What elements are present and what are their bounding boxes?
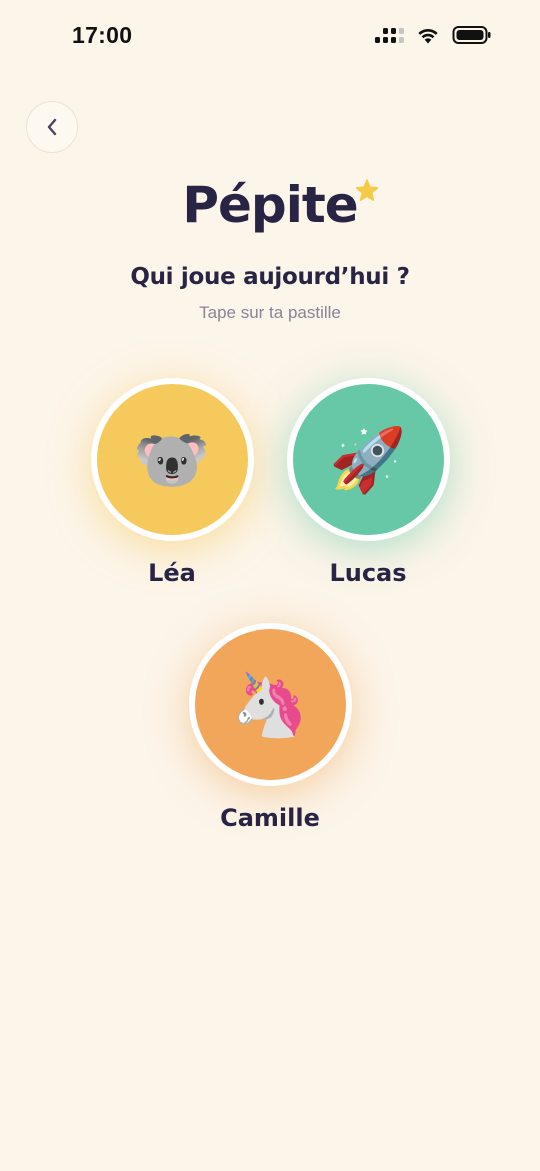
profile-name: Camille	[220, 804, 320, 832]
status-time: 17:00	[72, 22, 133, 48]
back-button[interactable]	[26, 101, 78, 153]
profile-name: Lucas	[329, 559, 407, 587]
status-icons	[375, 25, 492, 45]
profile-avatar[interactable]: 🦄	[188, 623, 352, 786]
koala-icon: 🐨	[133, 422, 211, 496]
profile-avatar[interactable]: 🚀	[286, 378, 450, 541]
status-bar: 17:00	[0, 0, 540, 76]
rocket-icon: 🚀	[329, 422, 407, 496]
star-icon	[355, 179, 378, 202]
profile-camille[interactable]: 🦄 Camille	[175, 623, 365, 832]
profile-name: Léa	[148, 559, 196, 587]
page-subtitle: Tape sur ta pastille	[199, 303, 341, 322]
profile-lea[interactable]: 🐨 Léa	[77, 378, 267, 587]
signal-icon	[375, 27, 404, 43]
profile-avatar[interactable]: 🐨	[90, 378, 254, 541]
profile-lucas[interactable]: 🚀 Lucas	[273, 378, 463, 587]
brand-name: Pépite	[182, 176, 378, 234]
brand-name-text: Pépite	[182, 176, 358, 234]
chevron-left-icon	[47, 118, 57, 136]
brand-logo: Pépite	[0, 176, 540, 234]
unicorn-icon: 🦄	[231, 667, 309, 741]
battery-icon	[452, 26, 491, 44]
page-title: Qui joue aujourd’hui ?	[130, 264, 410, 290]
wifi-icon	[418, 28, 438, 44]
